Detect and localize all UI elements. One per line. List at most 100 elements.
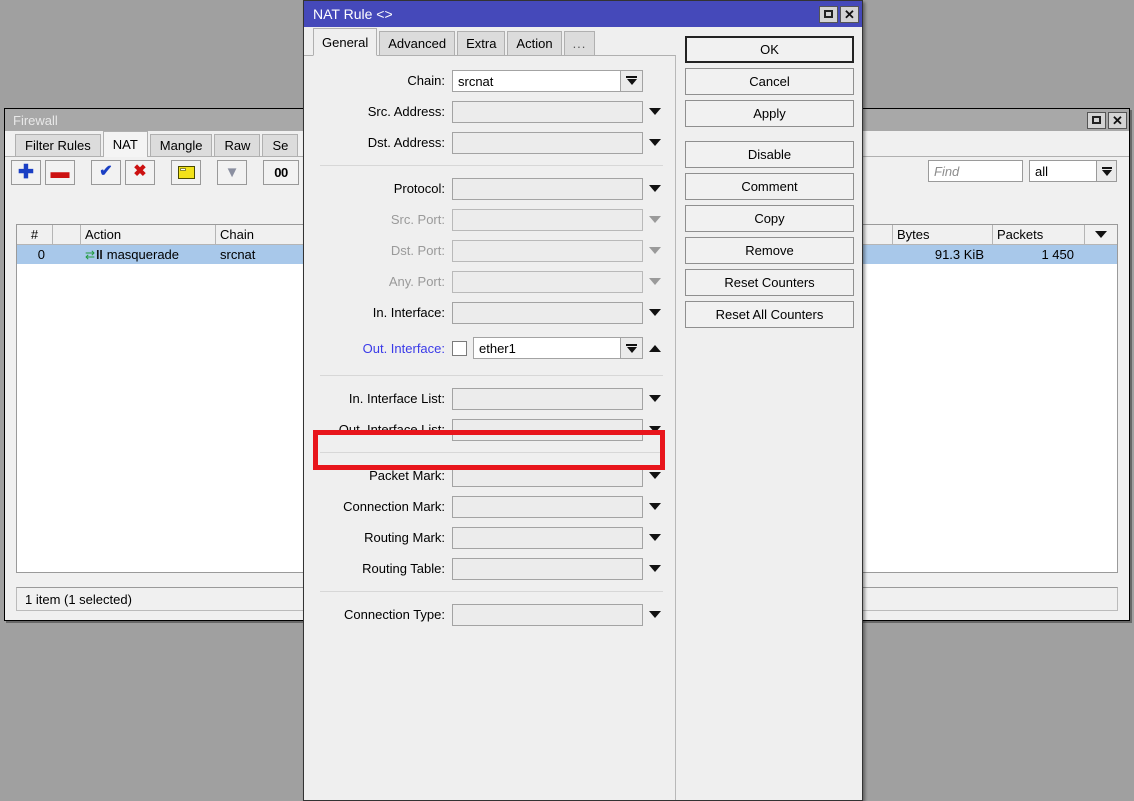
add-button[interactable]: ✚ xyxy=(11,159,41,185)
column-header-number[interactable]: # xyxy=(17,225,53,244)
in-interface-dropdown-button[interactable] xyxy=(643,309,667,316)
chain-dropdown-button[interactable] xyxy=(621,69,643,92)
tab-more[interactable]: ... xyxy=(563,31,596,55)
dst-port-input xyxy=(452,239,643,262)
field-row-out-interface-list: Out. Interface List: xyxy=(304,414,675,445)
filter-select-button[interactable] xyxy=(1097,160,1117,182)
in-interface-input[interactable] xyxy=(452,301,643,324)
tab-nat[interactable]: NAT xyxy=(102,131,148,157)
out-interface-collapse-button[interactable] xyxy=(643,344,667,352)
disable-button[interactable]: Disable xyxy=(685,141,854,168)
field-row-dst-address: Dst. Address: xyxy=(304,127,675,158)
close-icon[interactable]: ✕ xyxy=(1108,111,1127,129)
dst-address-dropdown-button[interactable] xyxy=(643,139,667,146)
label-connection-type: Connection Type: xyxy=(344,607,445,622)
tab-general[interactable]: General xyxy=(313,28,378,56)
reset-all-counters-button[interactable]: Reset All Counters xyxy=(685,301,854,328)
comment-button[interactable]: Comment xyxy=(685,173,854,200)
column-header-bytes[interactable]: Bytes xyxy=(893,225,993,244)
column-header-flags[interactable] xyxy=(53,225,81,244)
comment-button[interactable] xyxy=(171,159,201,185)
out-interface-list-input[interactable] xyxy=(452,418,643,441)
src-port-input xyxy=(452,208,643,231)
dst-port-dropdown-button xyxy=(643,247,667,254)
filter-button[interactable]: ▼ xyxy=(217,159,247,185)
close-icon[interactable]: ✕ xyxy=(840,5,859,23)
chevron-down-icon xyxy=(649,139,661,146)
routing-table-dropdown-button[interactable] xyxy=(643,565,667,572)
dst-address-input[interactable] xyxy=(452,131,643,154)
routing-mark-dropdown-button[interactable] xyxy=(643,534,667,541)
reset-counters-button[interactable]: Reset Counters xyxy=(685,269,854,296)
divider xyxy=(320,591,663,592)
protocol-input[interactable] xyxy=(452,177,643,200)
packet-mark-dropdown-button[interactable] xyxy=(643,472,667,479)
field-row-src-address: Src. Address: xyxy=(304,96,675,127)
tab-advanced[interactable]: Advanced xyxy=(379,31,456,55)
cancel-button[interactable]: Cancel xyxy=(685,68,854,95)
field-row-protocol: Protocol: xyxy=(304,173,675,204)
cell-action-label: masquerade xyxy=(106,247,180,262)
column-chooser-button[interactable] xyxy=(1085,225,1117,244)
chevron-down-icon xyxy=(649,503,661,510)
label-dst-address: Dst. Address: xyxy=(367,135,445,150)
out-interface-list-dropdown-button[interactable] xyxy=(643,426,667,433)
chevron-down-icon xyxy=(649,395,661,402)
protocol-dropdown-button[interactable] xyxy=(643,185,667,192)
field-row-routing-table: Routing Table: xyxy=(304,553,675,584)
nat-rule-dialog: NAT Rule <> ✕ General Advanced Extra Act… xyxy=(303,0,863,801)
label-out-interface: Out. Interface: xyxy=(362,340,445,356)
enable-button[interactable]: ✔ xyxy=(91,159,121,185)
chevron-down-icon xyxy=(649,472,661,479)
tab-action[interactable]: Action xyxy=(507,31,562,55)
reset-counters-button[interactable]: 00 xyxy=(263,159,299,185)
field-row-in-interface: In. Interface: xyxy=(304,297,675,328)
tab-service-ports[interactable]: Se xyxy=(262,134,299,156)
src-address-dropdown-button[interactable] xyxy=(643,108,667,115)
chain-input[interactable]: srcnat xyxy=(452,69,621,92)
routing-table-input[interactable] xyxy=(452,557,643,580)
packet-mark-input[interactable] xyxy=(452,464,643,487)
field-row-src-port: Src. Port: xyxy=(304,204,675,235)
cell-packets: 1 450 xyxy=(993,245,1085,264)
in-interface-list-input[interactable] xyxy=(452,387,643,410)
remove-button[interactable]: Remove xyxy=(685,237,854,264)
label-in-interface: In. Interface: xyxy=(372,305,445,320)
remove-button[interactable]: ▬ xyxy=(45,159,75,185)
routing-mark-input[interactable] xyxy=(452,526,643,549)
filter-select-value[interactable]: all xyxy=(1029,160,1097,182)
maximize-icon[interactable] xyxy=(1087,111,1106,129)
cell-bytes: 91.3 KiB xyxy=(893,245,993,264)
disable-button[interactable]: ✖ xyxy=(125,159,155,185)
label-protocol: Protocol: xyxy=(393,181,445,196)
src-address-input[interactable] xyxy=(452,100,643,123)
column-header-action[interactable]: Action xyxy=(81,225,216,244)
tab-extra[interactable]: Extra xyxy=(457,31,506,55)
connection-mark-dropdown-button[interactable] xyxy=(643,503,667,510)
maximize-icon[interactable] xyxy=(819,5,838,23)
nat-dialog-tabbar: General Advanced Extra Action ... xyxy=(304,27,676,56)
search-input[interactable]: Find xyxy=(928,160,1023,182)
ok-button[interactable]: OK xyxy=(685,36,854,63)
tab-filter-rules[interactable]: Filter Rules xyxy=(15,134,101,156)
tab-mangle[interactable]: Mangle xyxy=(149,134,213,156)
nat-dialog-body: General Advanced Extra Action ... Chain:… xyxy=(304,27,862,800)
field-row-out-interface: Out. Interface: ether1 xyxy=(304,328,675,368)
out-interface-input[interactable]: ether1 xyxy=(473,337,621,359)
in-interface-list-dropdown-button[interactable] xyxy=(643,395,667,402)
copy-button[interactable]: Copy xyxy=(685,205,854,232)
out-interface-negate-checkbox[interactable] xyxy=(452,340,467,356)
field-row-dst-port: Dst. Port: xyxy=(304,235,675,266)
connection-type-dropdown-button[interactable] xyxy=(643,611,667,618)
connection-type-input[interactable] xyxy=(452,603,643,626)
apply-button[interactable]: Apply xyxy=(685,100,854,127)
label-src-address: Src. Address: xyxy=(367,104,445,119)
column-header-packets[interactable]: Packets xyxy=(993,225,1085,244)
check-icon: ✔ xyxy=(99,163,113,180)
out-interface-dropdown-button[interactable] xyxy=(621,337,643,359)
note-icon xyxy=(177,165,195,179)
any-port-input xyxy=(452,270,643,293)
chevron-down-icon xyxy=(649,309,661,316)
connection-mark-input[interactable] xyxy=(452,495,643,518)
tab-raw[interactable]: Raw xyxy=(214,134,261,156)
